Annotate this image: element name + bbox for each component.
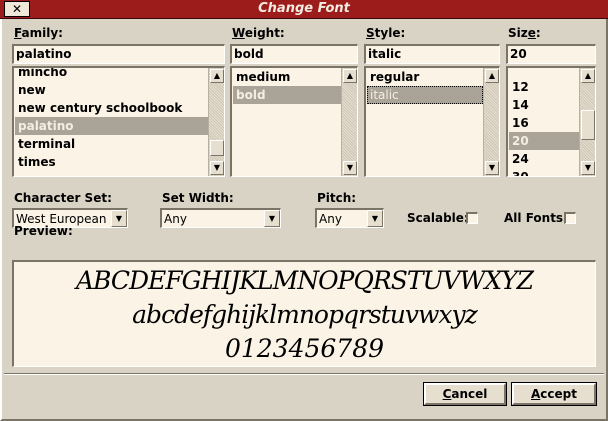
style-items: regular italic xyxy=(367,68,483,176)
preview-uppercase: ABCDEFGHIJKLMNOPQRSTUVWXYZ xyxy=(75,266,534,295)
chevron-down-icon[interactable]: ▼ xyxy=(264,210,280,227)
size-item[interactable]: 16 xyxy=(509,114,579,132)
family-scrollbar[interactable]: ▲ ▼ xyxy=(208,68,224,176)
size-item[interactable]: 24 xyxy=(509,150,579,168)
scroll-up-icon[interactable]: ▲ xyxy=(210,69,224,83)
preview-area: ABCDEFGHIJKLMNOPQRSTUVWXYZ abcdefghijklm… xyxy=(12,260,596,367)
style-listbox[interactable]: regular italic ▲ ▼ xyxy=(364,66,500,177)
scroll-up-icon[interactable]: ▲ xyxy=(343,69,357,83)
pitch-combo[interactable]: Any ▼ xyxy=(315,208,384,228)
scroll-up-icon[interactable]: ▲ xyxy=(581,69,595,83)
size-item[interactable]: 12 xyxy=(509,78,579,96)
family-item-selected[interactable]: palatino xyxy=(15,117,208,135)
family-items: mincho new new century schoolbook palati… xyxy=(15,68,208,176)
size-item[interactable]: 14 xyxy=(509,96,579,114)
size-items: 12 14 16 20 24 30 xyxy=(509,68,579,176)
setwidth-label: Set Width: xyxy=(162,191,234,205)
size-label: Size: xyxy=(508,26,541,40)
family-listbox[interactable]: mincho new new century schoolbook palati… xyxy=(12,66,225,177)
weight-item[interactable]: medium xyxy=(233,68,341,86)
scroll-thumb[interactable] xyxy=(581,110,595,140)
scalable-label: Scalable: xyxy=(407,211,469,225)
preview-label: Preview: xyxy=(14,224,73,238)
scroll-up-icon[interactable]: ▲ xyxy=(485,69,499,83)
allfonts-checkbox[interactable] xyxy=(564,212,576,224)
size-scrollbar[interactable]: ▲ ▼ xyxy=(579,68,595,176)
charset-label: Character Set: xyxy=(14,191,112,205)
pitch-value: Any xyxy=(319,212,342,226)
style-item[interactable]: regular xyxy=(367,68,483,86)
setwidth-value: Any xyxy=(164,212,187,226)
family-item[interactable]: times xyxy=(15,153,208,171)
chevron-down-icon[interactable]: ▼ xyxy=(111,210,127,227)
size-item-selected[interactable]: 20 xyxy=(509,132,579,150)
scroll-down-icon[interactable]: ▼ xyxy=(485,161,499,175)
family-entry[interactable]: palatino xyxy=(12,44,225,64)
family-item[interactable]: terminal xyxy=(15,135,208,153)
scroll-down-icon[interactable]: ▼ xyxy=(343,161,357,175)
style-item-selected[interactable]: italic xyxy=(367,86,483,104)
scroll-down-icon[interactable]: ▼ xyxy=(581,161,595,175)
style-scrollbar[interactable]: ▲ ▼ xyxy=(483,68,499,176)
family-item[interactable]: new century schoolbook xyxy=(15,99,208,117)
accept-button[interactable]: Accept xyxy=(511,382,597,406)
size-item[interactable]: 30 xyxy=(509,168,579,176)
weight-item-selected[interactable]: bold xyxy=(233,86,341,104)
preview-digits: 0123456789 xyxy=(224,334,385,363)
weight-scrollbar[interactable]: ▲ ▼ xyxy=(341,68,357,176)
size-entry[interactable]: 20 xyxy=(506,44,596,64)
title-bar[interactable]: ✕ Change Font xyxy=(0,0,608,19)
family-item[interactable]: new xyxy=(15,81,208,99)
scroll-down-icon[interactable]: ▼ xyxy=(210,161,224,175)
style-label: Style: xyxy=(366,26,406,40)
cancel-button[interactable]: Cancel xyxy=(423,382,507,406)
weight-entry[interactable]: bold xyxy=(230,44,358,64)
weight-items: medium bold xyxy=(233,68,341,176)
setwidth-combo[interactable]: Any ▼ xyxy=(160,208,281,228)
family-label: Family: xyxy=(14,26,63,40)
allfonts-label: All Fonts: xyxy=(504,211,568,225)
weight-label: Weight: xyxy=(232,26,285,40)
family-item[interactable]: mincho xyxy=(15,68,208,81)
size-item-partial xyxy=(509,68,579,78)
scalable-checkbox[interactable] xyxy=(466,212,478,224)
window-title: Change Font xyxy=(258,1,350,16)
size-listbox[interactable]: 12 14 16 20 24 30 ▲ ▼ xyxy=(506,66,596,177)
preview-lowercase: abcdefghijklmnopqrstuvwxyz xyxy=(132,300,478,329)
scroll-thumb[interactable] xyxy=(210,140,224,156)
chevron-down-icon[interactable]: ▼ xyxy=(367,210,383,227)
style-entry[interactable]: italic xyxy=(364,44,500,64)
weight-listbox[interactable]: medium bold ▲ ▼ xyxy=(230,66,358,177)
pitch-label: Pitch: xyxy=(317,191,357,205)
separator xyxy=(4,373,604,375)
